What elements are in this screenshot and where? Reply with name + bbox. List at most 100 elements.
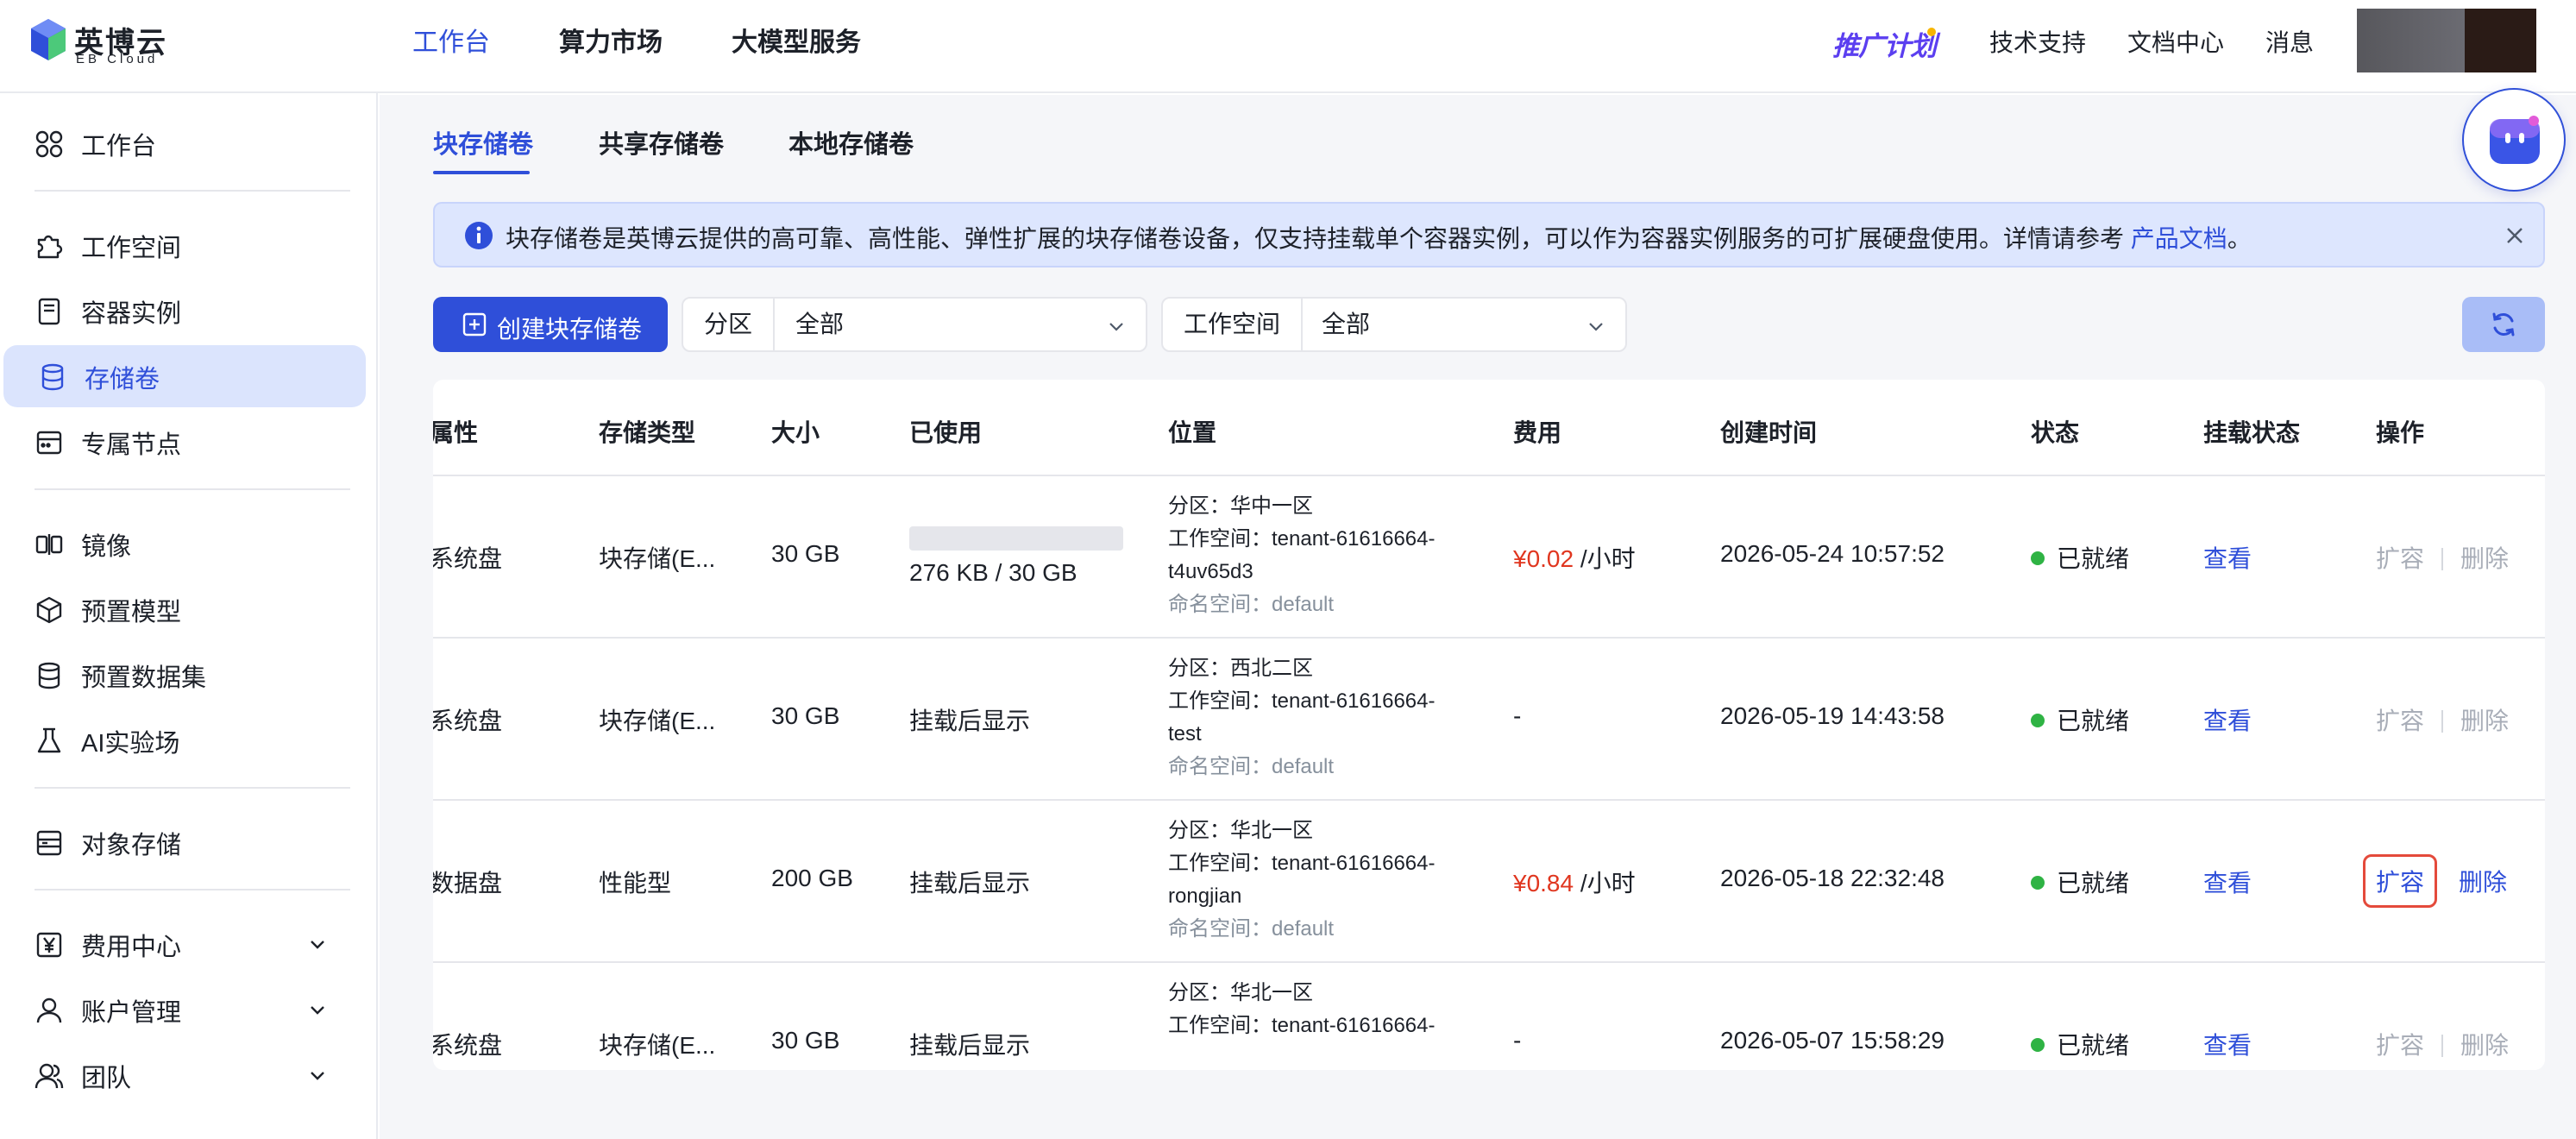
cell-status: 已就绪 <box>2031 540 2129 575</box>
add-icon <box>462 312 487 337</box>
notice-text: 块存储卷是英博云提供的高可靠、高性能、弹性扩展的块存储卷设备，仅支持挂载单个容器… <box>506 220 2252 255</box>
delete-button[interactable]: 删除 <box>2460 545 2509 572</box>
sidebar-item-account[interactable]: 账户管理 <box>0 979 366 1041</box>
cell-fee: ¥0.84 /小时 <box>1513 865 1636 899</box>
grid-icon <box>35 130 63 158</box>
fee-amount: - <box>1513 702 1522 729</box>
location-zone: 分区：华中一区 <box>1168 494 1313 518</box>
sidebar-divider <box>35 190 350 192</box>
create-button-label: 创建块存储卷 <box>497 316 643 343</box>
promo-dot-icon <box>1927 28 1936 36</box>
col-header-attr: 属性 <box>433 419 479 446</box>
user-avatar[interactable] <box>2357 9 2536 72</box>
location-workspace: 工作空间：tenant-61616664- <box>1168 1014 1436 1037</box>
server-icon <box>36 431 62 455</box>
tab-local-volume[interactable]: 本地存储卷 <box>789 124 914 160</box>
fee-amount: - <box>1513 1027 1522 1054</box>
cell-actions: 扩容 删除 <box>2376 540 2509 575</box>
delete-button[interactable]: 删除 <box>2460 1032 2509 1059</box>
cell-created: 2026-05-24 10:57:52 <box>1720 540 1945 567</box>
sidebar-item-ai-lab[interactable]: AI实验场 <box>0 709 366 771</box>
cell-location: 分区：华中一区 工作空间：tenant-61616664- t4uv65d3 命… <box>1168 490 1436 621</box>
refresh-button[interactable] <box>2462 297 2545 352</box>
sidebar-item-preset-dataset[interactable]: 预置数据集 <box>0 644 366 706</box>
location-zone: 分区：华北一区 <box>1168 981 1313 1004</box>
docs-center-link[interactable]: 文档中心 <box>2127 24 2224 59</box>
assistant-bot-button[interactable] <box>2462 88 2566 192</box>
cell-used: 276 KB / 30 GB <box>909 559 1078 586</box>
delete-button[interactable]: 删除 <box>2459 869 2507 896</box>
cell-attr: 系统盘 <box>433 708 503 734</box>
sidebar-divider <box>35 787 350 789</box>
mount-view-link[interactable]: 查看 <box>2203 1027 2252 1061</box>
sidebar-item-label: 容器实例 <box>81 300 182 328</box>
col-header-mount: 挂载状态 <box>2203 419 2301 446</box>
location-workspace: 工作空间：tenant-61616664- <box>1168 689 1436 713</box>
fee-unit: /小时 <box>1574 870 1636 897</box>
sidebar-item-workspace[interactable]: 工作空间 <box>0 214 366 276</box>
flask-icon <box>37 727 61 753</box>
sidebar-item-object-storage[interactable]: 对象存储 <box>0 811 366 873</box>
info-notice: 块存储卷是英博云提供的高可靠、高性能、弹性扩展的块存储卷设备，仅支持挂载单个容器… <box>433 202 2545 267</box>
top-header: 英博云 EB Cloud 工作台 算力市场 大模型服务 推广计划 技术支持 文档… <box>0 0 2576 93</box>
mount-view-link[interactable]: 查看 <box>2203 865 2252 899</box>
location-workspace: 工作空间：tenant-61616664- <box>1168 527 1436 551</box>
sidebar-item-preset-model[interactable]: 预置模型 <box>0 578 366 640</box>
create-block-volume-button[interactable]: 创建块存储卷 <box>433 297 668 352</box>
sidebar: 工作台 工作空间 容器实例 存储卷 专属节点 镜像 预置模型 预置数据集 AI实… <box>0 93 378 1139</box>
team-icon <box>35 1063 64 1089</box>
cell-attr: 数据盘 <box>433 870 503 897</box>
location-zone: 分区：西北二区 <box>1168 657 1313 680</box>
expand-button[interactable]: 扩容 <box>2376 545 2424 572</box>
mirror-icon <box>35 534 63 555</box>
cell-type: 块存储(E... <box>599 1032 716 1059</box>
cell-size: 200 GB <box>771 865 853 891</box>
nav-compute-market[interactable]: 算力市场 <box>559 0 663 86</box>
close-icon[interactable] <box>2504 224 2526 247</box>
delete-button[interactable]: 删除 <box>2460 708 2509 734</box>
sidebar-item-storage-volume[interactable]: 存储卷 <box>3 345 366 407</box>
product-docs-link[interactable]: 产品文档 <box>2131 225 2227 252</box>
sidebar-item-workbench[interactable]: 工作台 <box>0 112 366 174</box>
database-icon <box>41 363 64 391</box>
zone-filter-select[interactable]: 分区 全部 <box>682 297 1147 352</box>
sidebar-item-billing[interactable]: 费用中心 <box>0 913 366 975</box>
cell-attr: 系统盘 <box>433 545 503 572</box>
sidebar-item-image[interactable]: 镜像 <box>0 513 366 575</box>
expand-button[interactable]: 扩容 <box>2376 708 2424 734</box>
sidebar-item-team[interactable]: 团队 <box>0 1044 366 1106</box>
workspace-filter-value: 全部 <box>1322 311 1371 337</box>
tech-support-link[interactable]: 技术支持 <box>1989 24 2086 59</box>
expand-button[interactable]: 扩容 <box>2376 1032 2424 1059</box>
expand-button[interactable]: 扩容 <box>2363 854 2438 908</box>
action-separator <box>2441 548 2444 570</box>
user-icon <box>36 997 62 1023</box>
cell-actions: 扩容 删除 <box>2363 854 2507 908</box>
notice-suffix: 。 <box>2227 225 2252 252</box>
mount-view-link[interactable]: 查看 <box>2203 702 2252 737</box>
cell-fee: ¥0.02 /小时 <box>1513 540 1636 575</box>
logo[interactable]: 英博云 EB Cloud <box>31 19 186 66</box>
messages-link[interactable]: 消息 <box>2265 24 2314 59</box>
promo-link[interactable]: 推广计划 <box>1832 24 1937 63</box>
tab-block-volume[interactable]: 块存储卷 <box>433 124 533 160</box>
cell-created: 2026-05-07 15:58:29 <box>1720 1027 1945 1054</box>
mount-view-link[interactable]: 查看 <box>2203 540 2252 575</box>
usage-progress-bar <box>909 526 1123 551</box>
table-row: 数据盘 性能型 200 GB 挂载后显示 分区：华北一区 工作空间：tenant… <box>433 801 2545 963</box>
table-row: 系统盘 块存储(E... 30 GB 挂载后显示 分区：西北二区 工作空间：te… <box>433 639 2545 801</box>
tab-shared-volume[interactable]: 共享存储卷 <box>599 124 724 160</box>
cell-location: 分区：华北一区 工作空间：tenant-61616664- <box>1168 977 1436 1042</box>
location-workspace: 工作空间：tenant-61616664- <box>1168 852 1436 875</box>
nav-workbench[interactable]: 工作台 <box>412 0 490 86</box>
sidebar-item-container[interactable]: 容器实例 <box>0 280 366 342</box>
workspace-filter-select[interactable]: 工作空间 全部 <box>1161 297 1627 352</box>
nav-llm-service[interactable]: 大模型服务 <box>732 0 861 86</box>
workspace-filter-label: 工作空间 <box>1163 299 1304 350</box>
top-nav: 工作台 算力市场 大模型服务 <box>412 0 930 86</box>
cell-status: 已就绪 <box>2031 702 2129 737</box>
sidebar-item-label: 团队 <box>81 1065 132 1092</box>
sidebar-item-dedicated-node[interactable]: 专属节点 <box>0 411 366 473</box>
status-dot-icon <box>2031 714 2045 727</box>
tab-active-indicator <box>433 171 530 174</box>
